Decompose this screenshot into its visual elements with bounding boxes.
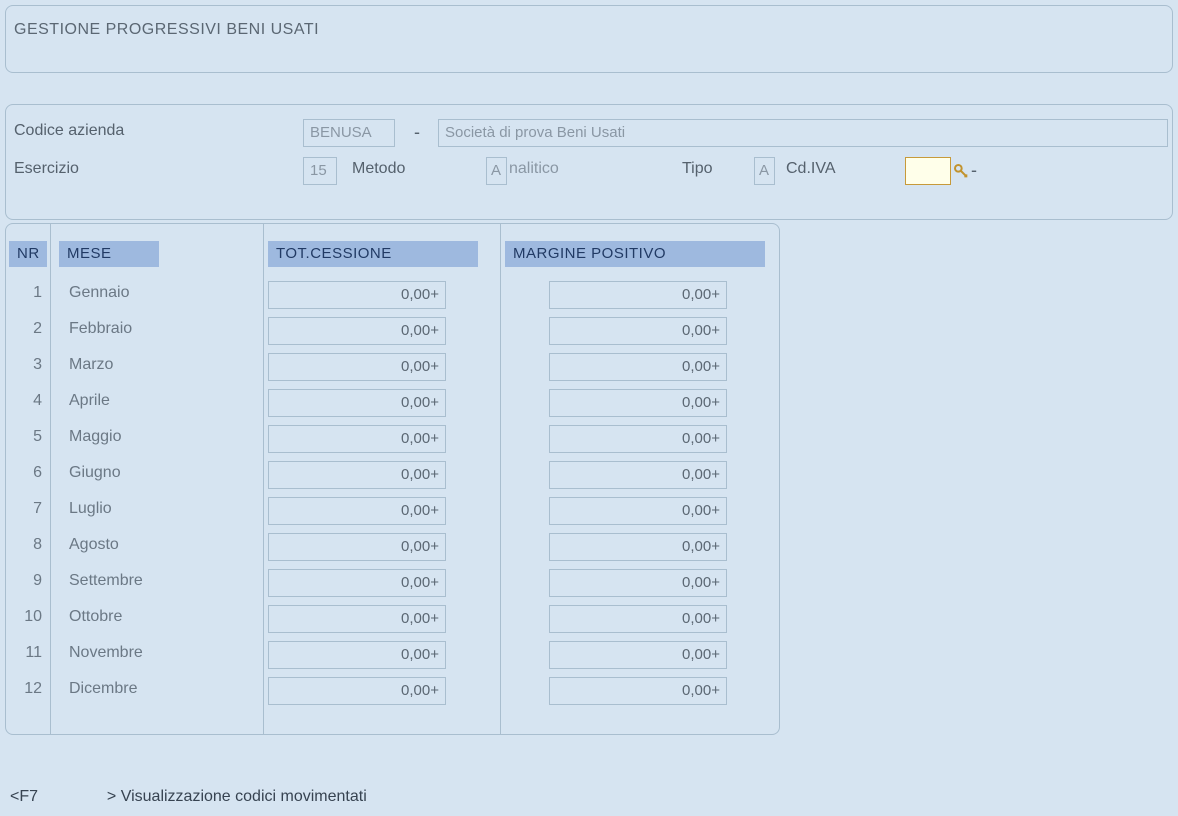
grid-header-nr: NR [9,241,47,267]
grid-tot-cessione[interactable]: 0,00+ [268,281,446,309]
footer-key: <F7 [10,788,38,805]
grid-month: Settembre [69,572,143,590]
page-title: GESTIONE PROGRESSIVI BENI USATI [14,21,1164,39]
grid-nr: 4 [10,392,42,410]
label-cdiva: Cd.IVA [786,160,836,178]
grid-nr: 8 [10,536,42,554]
grid-month: Dicembre [69,680,137,698]
grid-month: Novembre [69,644,143,662]
grid-header-tot: TOT.CESSIONE [268,241,478,267]
label-esercizio: Esercizio [14,160,79,178]
grid-margine-positivo[interactable]: 0,00+ [549,641,727,669]
grid-nr: 9 [10,572,42,590]
grid-panel: NR MESE TOT.CESSIONE MARGINE POSITIVO 1 G… [5,223,780,735]
grid-header-mese: MESE [59,241,159,267]
grid-tot-cessione[interactable]: 0,00+ [268,425,446,453]
label-tipo: Tipo [682,160,713,178]
grid-month: Luglio [69,500,112,518]
label-metodo: Metodo [352,160,405,178]
grid-month: Ottobre [69,608,122,626]
grid-nr: 2 [10,320,42,338]
grid-month: Maggio [69,428,121,446]
input-cdiva[interactable] [905,157,951,185]
grid-tot-cessione[interactable]: 0,00+ [268,569,446,597]
field-azienda-desc: Società di prova Beni Usati [438,119,1168,147]
grid-tot-cessione[interactable]: 0,00+ [268,317,446,345]
header-panel: Codice azienda BENUSA - Società di prova… [5,104,1173,220]
dash-cdiva: - [971,160,977,181]
grid-margine-positivo[interactable]: 0,00+ [549,533,727,561]
field-esercizio: 15 [303,157,337,185]
lookup-key-icon[interactable] [953,163,969,179]
grid-month: Aprile [69,392,110,410]
grid-month: Marzo [69,356,113,374]
grid-nr: 3 [10,356,42,374]
grid-margine-positivo[interactable]: 0,00+ [549,353,727,381]
grid-margine-positivo[interactable]: 0,00+ [549,461,727,489]
grid-nr: 11 [10,644,42,662]
grid-margine-positivo[interactable]: 0,00+ [549,497,727,525]
grid-nr: 7 [10,500,42,518]
grid-tot-cessione[interactable]: 0,00+ [268,461,446,489]
grid-margine-positivo[interactable]: 0,00+ [549,317,727,345]
field-tipo: A [754,157,775,185]
grid-nr: 5 [10,428,42,446]
grid-tot-cessione[interactable]: 0,00+ [268,497,446,525]
grid-tot-cessione[interactable]: 0,00+ [268,605,446,633]
grid-month: Febbraio [69,320,132,338]
grid-nr: 1 [10,284,42,302]
grid-nr: 6 [10,464,42,482]
field-metodo-code: A [486,157,507,185]
grid-margine-positivo[interactable]: 0,00+ [549,281,727,309]
grid-tot-cessione[interactable]: 0,00+ [268,677,446,705]
label-metodo-desc: nalitico [509,160,559,178]
grid-margine-positivo[interactable]: 0,00+ [549,425,727,453]
grid-margine-positivo[interactable]: 0,00+ [549,605,727,633]
footer-text: > Visualizzazione codici movimentati [107,788,367,805]
field-azienda-code: BENUSA [303,119,395,147]
grid-month: Agosto [69,536,119,554]
grid-margine-positivo[interactable]: 0,00+ [549,569,727,597]
grid-nr: 12 [10,680,42,698]
footer-hint: <F7 > Visualizzazione codici movimentati [10,788,367,806]
grid-tot-cessione[interactable]: 0,00+ [268,389,446,417]
grid-nr: 10 [10,608,42,626]
grid-margine-positivo[interactable]: 0,00+ [549,389,727,417]
grid-header-marg: MARGINE POSITIVO [505,241,765,267]
label-codice-azienda: Codice azienda [14,122,124,140]
grid-margine-positivo[interactable]: 0,00+ [549,677,727,705]
grid-tot-cessione[interactable]: 0,00+ [268,533,446,561]
dash-azienda: - [414,122,420,143]
grid-month: Gennaio [69,284,130,302]
grid-tot-cessione[interactable]: 0,00+ [268,641,446,669]
title-panel: GESTIONE PROGRESSIVI BENI USATI [5,5,1173,73]
grid-month: Giugno [69,464,121,482]
grid-tot-cessione[interactable]: 0,00+ [268,353,446,381]
